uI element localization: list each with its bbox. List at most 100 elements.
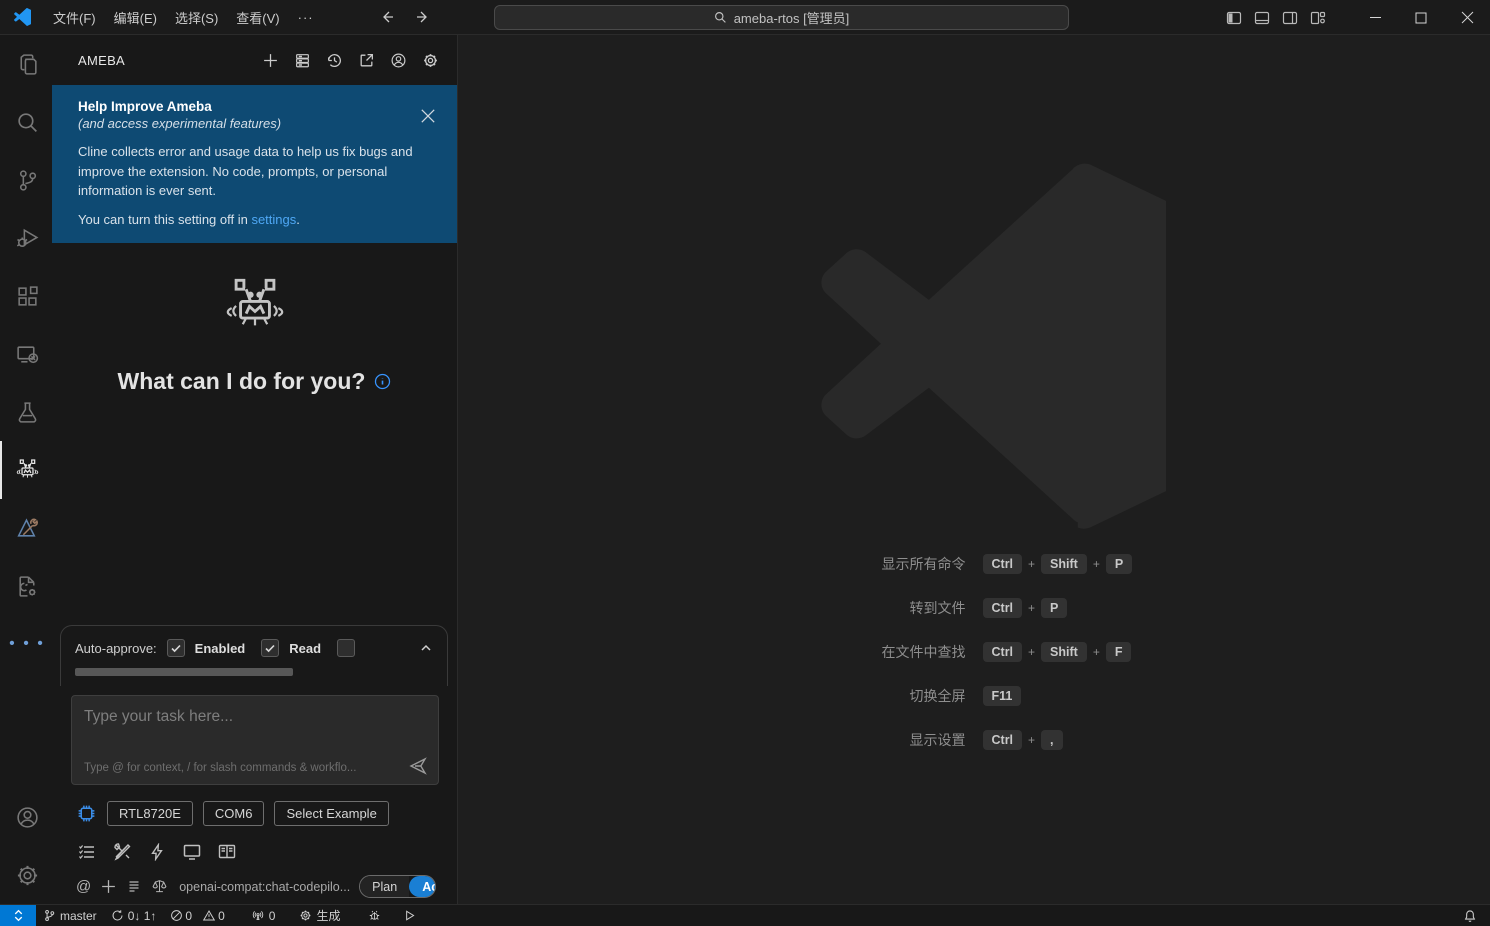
minimize-button[interactable] — [1352, 0, 1398, 35]
branch-name: master — [60, 908, 97, 923]
check-icon — [265, 644, 275, 653]
keycap: Ctrl — [982, 642, 1023, 662]
activity-config-file-icon[interactable] — [0, 557, 52, 615]
account-icon[interactable] — [388, 50, 409, 71]
menu-view[interactable]: 查看(V) — [227, 4, 288, 31]
chip-icon[interactable] — [76, 803, 97, 824]
nav-back-icon[interactable] — [377, 7, 397, 27]
flash-icon[interactable] — [146, 841, 167, 862]
toggle-secondary-sidebar-icon[interactable] — [1282, 10, 1298, 26]
activity-build-tools-icon[interactable] — [0, 499, 52, 557]
model-name[interactable]: openai-compat:chat-codepilo... — [179, 880, 350, 894]
shortcut-row: 在文件中查找 Ctrl + Shift + F — [458, 637, 1490, 667]
shortcut-label: 切换全屏 — [909, 688, 966, 704]
git-branch-status[interactable]: master — [36, 905, 104, 926]
board-button[interactable]: RTL8720E — [107, 801, 193, 826]
close-button[interactable] — [1444, 0, 1490, 35]
shortcut-list: 显示所有命令 Ctrl + Shift + P 转到文件 Ctrl + P 在文件中查找 Ctrl + S… — [458, 549, 1490, 769]
activity-run-debug-icon[interactable] — [0, 209, 52, 267]
open-in-editor-icon[interactable] — [356, 50, 377, 71]
add-context-icon[interactable] — [100, 878, 117, 895]
plus-separator: + — [1028, 645, 1036, 659]
docs-book-icon[interactable] — [216, 841, 237, 862]
auto-approve-section[interactable]: Auto-approve: Enabled Read — [60, 625, 448, 686]
activity-testing-icon[interactable] — [0, 383, 52, 441]
chevron-up-icon[interactable] — [419, 641, 433, 655]
problems-status[interactable]: 0 0 — [163, 905, 231, 926]
context-mention-icon[interactable]: @ — [76, 878, 91, 895]
activity-explorer-icon[interactable] — [0, 35, 52, 93]
editor-area: 显示所有命令 Ctrl + Shift + P 转到文件 Ctrl + P 在文件中查找 Ctrl + S… — [458, 35, 1490, 904]
task-input-hint: Type @ for context, / for slash commands… — [84, 762, 357, 774]
chat-bottom-cluster: Auto-approve: Enabled Read Type your tas… — [52, 625, 456, 904]
menu-edit[interactable]: 编辑(E) — [105, 4, 166, 31]
activity-more-views-icon[interactable]: • • • — [0, 615, 52, 673]
menu-more[interactable]: ··· — [289, 6, 323, 29]
activity-bar: • • • — [0, 35, 52, 904]
activity-search-icon[interactable] — [0, 93, 52, 151]
auto-approve-read-checkbox[interactable] — [261, 639, 280, 657]
banner-close-icon[interactable] — [419, 107, 437, 125]
sidebar-title: AMEBA — [78, 52, 126, 68]
mcp-rows-icon[interactable] — [126, 879, 142, 895]
port-status[interactable]: 0 — [244, 905, 283, 926]
warning-count: 0 — [218, 908, 225, 923]
manage-gear-icon[interactable] — [0, 846, 52, 904]
activity-ameba-icon[interactable] — [0, 441, 52, 499]
banner-footer-period: . — [296, 211, 300, 227]
settings-link[interactable]: settings — [251, 212, 296, 227]
git-sync-status[interactable]: 0↓ 1↑ — [104, 905, 164, 926]
sidebar-header: AMEBA — [52, 35, 457, 85]
plan-mode-button[interactable]: Plan — [360, 876, 410, 897]
status-bar: master 0↓ 1↑ 0 0 0 生成 — [0, 904, 1490, 926]
activity-source-control-icon[interactable] — [0, 151, 52, 209]
task-input-placeholder: Type your task here... — [84, 708, 234, 725]
debug-status[interactable] — [361, 905, 388, 926]
port-button[interactable]: COM6 — [202, 801, 265, 826]
banner-footer: You can turn this setting off in setting… — [78, 212, 417, 227]
activity-remote-explorer-icon[interactable] — [0, 325, 52, 383]
activity-extensions-icon[interactable] — [0, 267, 52, 325]
act-mode-button[interactable]: Act — [409, 876, 436, 897]
build-tools-icon[interactable] — [111, 841, 132, 862]
notifications-bell-icon[interactable] — [1456, 905, 1484, 926]
toggle-primary-sidebar-icon[interactable] — [1226, 10, 1242, 26]
task-input[interactable]: Type your task here... Type @ for contex… — [71, 695, 439, 785]
auto-approve-enabled-checkbox[interactable] — [166, 639, 185, 657]
cost-scale-icon[interactable] — [151, 878, 168, 895]
info-icon[interactable] — [374, 373, 391, 390]
ameba-sidebar: AMEBA Help Improve Ameba (and access exp… — [52, 35, 458, 904]
vscode-watermark-logo — [821, 163, 1166, 529]
task-list-icon[interactable] — [76, 841, 97, 862]
shortcut-row: 切换全屏 F11 — [458, 681, 1490, 711]
account-icon[interactable] — [0, 788, 52, 846]
monitor-icon[interactable] — [181, 841, 202, 862]
shortcut-label: 转到文件 — [909, 600, 966, 616]
toggle-panel-icon[interactable] — [1254, 10, 1270, 26]
tools-row — [76, 841, 456, 862]
settings-gear-icon[interactable] — [420, 50, 441, 71]
build-status[interactable]: 生成 — [292, 905, 347, 926]
branch-icon — [45, 909, 55, 922]
keycap: Shift — [1041, 642, 1087, 662]
broadcast-icon — [252, 910, 263, 921]
maximize-button[interactable] — [1398, 0, 1444, 35]
history-icon[interactable] — [324, 50, 345, 71]
plan-act-toggle: Plan Act — [359, 875, 436, 898]
mcp-servers-icon[interactable] — [292, 50, 313, 71]
banner-footer-text: You can turn this setting off in — [78, 211, 252, 227]
menu-file[interactable]: 文件(F) — [44, 4, 105, 31]
menu-selection[interactable]: 选择(S) — [166, 4, 227, 31]
remote-indicator[interactable] — [0, 904, 36, 926]
customize-layout-icon[interactable] — [1310, 10, 1326, 26]
select-example-button[interactable]: Select Example — [274, 801, 389, 826]
vscode-logo-icon — [14, 8, 31, 26]
run-status[interactable] — [396, 905, 423, 926]
command-center-search[interactable]: ameba-rtos [管理员] — [494, 5, 1069, 30]
search-icon — [714, 12, 726, 23]
send-icon[interactable] — [408, 756, 428, 776]
nav-forward-icon[interactable] — [413, 7, 433, 27]
plus-separator: + — [1028, 557, 1036, 571]
auto-approve-extra-checkbox[interactable] — [337, 639, 356, 657]
new-task-icon[interactable] — [260, 50, 281, 71]
